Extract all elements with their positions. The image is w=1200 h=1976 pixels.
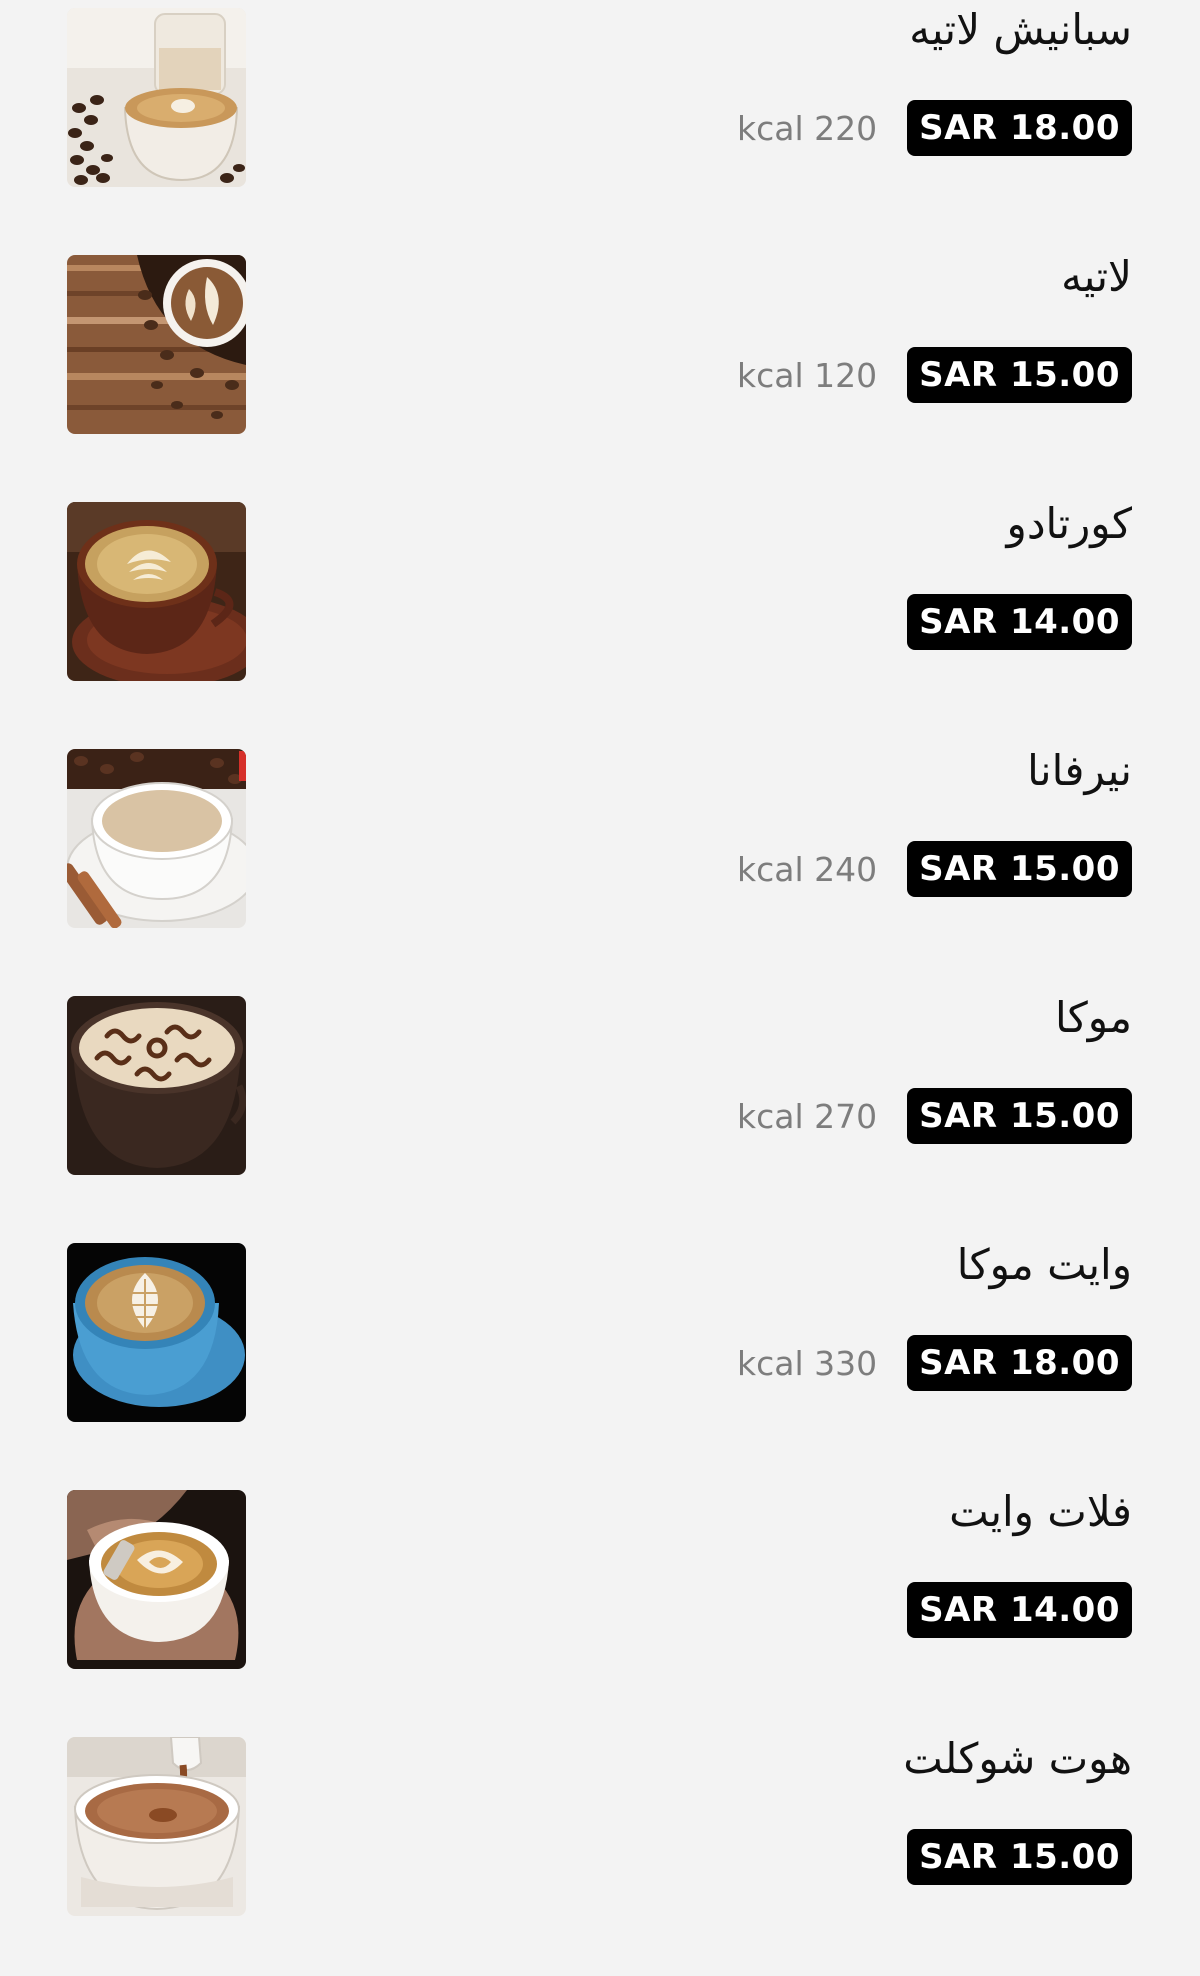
item-name: هوت شوكلت [903, 1734, 1132, 1783]
menu-item-latte[interactable]: لاتيه SAR 15.00 kcal 120 [0, 247, 1200, 494]
item-name: موكا [1055, 993, 1132, 1042]
latte-photo[interactable] [67, 255, 246, 434]
price-badge: SAR 15.00 [907, 1088, 1132, 1144]
price-row: SAR 18.00 kcal 220 [737, 100, 1132, 156]
item-name: سبانيش لاتيه [909, 5, 1132, 54]
menu-list: سبانيش لاتيه SAR 18.00 kcal 220 لاتيه SA… [0, 0, 1200, 1926]
item-name: لاتيه [1061, 252, 1132, 301]
price-row: SAR 15.00 [907, 1829, 1132, 1885]
menu-item-spanish-latte[interactable]: سبانيش لاتيه SAR 18.00 kcal 220 [0, 0, 1200, 247]
spanish-latte-photo[interactable] [67, 8, 246, 187]
price-badge: SAR 18.00 [907, 1335, 1132, 1391]
price-row: SAR 14.00 [907, 1582, 1132, 1638]
calories-label: kcal 120 [737, 355, 878, 395]
item-name: وايت موكا [956, 1240, 1132, 1289]
price-row: SAR 15.00 kcal 240 [737, 841, 1132, 897]
calories-label: kcal 220 [737, 108, 878, 148]
calories-label: kcal 330 [737, 1343, 878, 1383]
price-badge: SAR 18.00 [907, 100, 1132, 156]
white-mocha-photo[interactable] [67, 1243, 246, 1422]
price-row: SAR 15.00 kcal 270 [737, 1088, 1132, 1144]
nirvana-photo[interactable] [67, 749, 246, 928]
price-badge: SAR 15.00 [907, 1829, 1132, 1885]
menu-item-nirvana[interactable]: نيرفانا SAR 15.00 kcal 240 [0, 741, 1200, 988]
price-badge: SAR 14.00 [907, 594, 1132, 650]
calories-label: kcal 270 [737, 1096, 878, 1136]
item-name: كورتادو [1006, 499, 1132, 548]
menu-item-mocha[interactable]: موكا SAR 15.00 kcal 270 [0, 988, 1200, 1235]
flat-white-photo[interactable] [67, 1490, 246, 1669]
price-row: SAR 18.00 kcal 330 [737, 1335, 1132, 1391]
menu-item-cortado[interactable]: كورتادو SAR 14.00 [0, 494, 1200, 741]
menu-item-white-mocha[interactable]: وايت موكا SAR 18.00 kcal 330 [0, 1235, 1200, 1482]
price-badge: SAR 14.00 [907, 1582, 1132, 1638]
menu-item-hot-chocolate[interactable]: هوت شوكلت SAR 15.00 [0, 1729, 1200, 1976]
mocha-photo[interactable] [67, 996, 246, 1175]
calories-label: kcal 240 [737, 849, 878, 889]
item-name: نيرفانا [1027, 746, 1132, 795]
price-badge: SAR 15.00 [907, 841, 1132, 897]
price-row: SAR 14.00 [907, 594, 1132, 650]
price-row: SAR 15.00 kcal 120 [737, 347, 1132, 403]
price-badge: SAR 15.00 [907, 347, 1132, 403]
item-name: فلات وايت [949, 1487, 1132, 1536]
hot-chocolate-photo[interactable] [67, 1737, 246, 1916]
menu-item-flat-white[interactable]: فلات وايت SAR 14.00 [0, 1482, 1200, 1729]
cortado-photo[interactable] [67, 502, 246, 681]
